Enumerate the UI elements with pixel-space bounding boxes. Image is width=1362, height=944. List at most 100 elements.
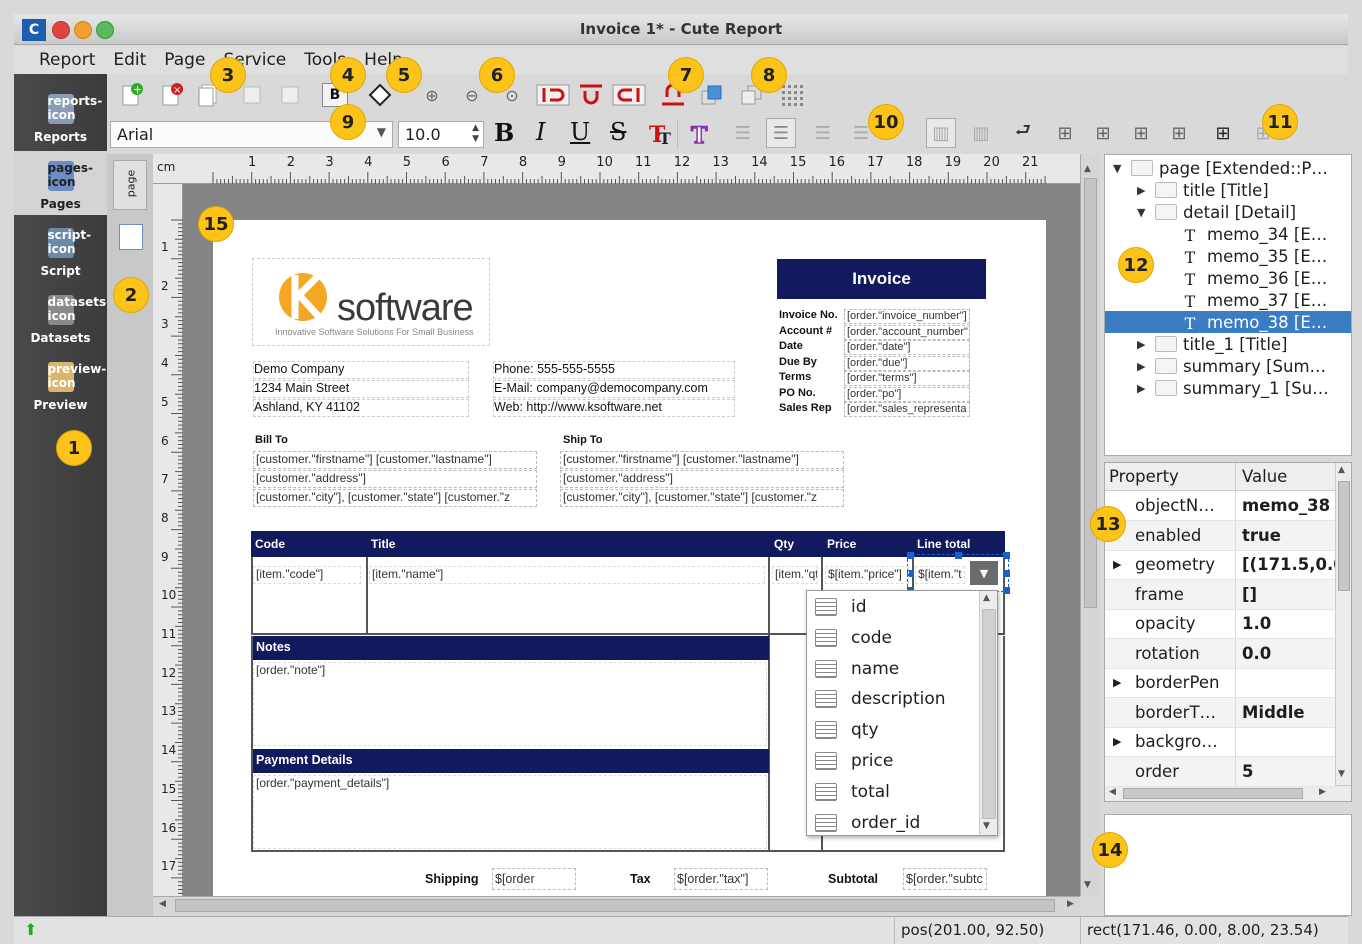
italic-button[interactable]: I	[536, 118, 545, 146]
expand-arrow-icon[interactable]: ▶	[1113, 735, 1121, 748]
menu-edit[interactable]: Edit	[104, 50, 155, 70]
strikethrough-button[interactable]: S	[610, 118, 626, 146]
props-scroll-thumb[interactable]	[1338, 481, 1350, 591]
maximize-window-button[interactable]	[96, 21, 114, 39]
mode-pages[interactable]: pages-icon Pages	[14, 151, 107, 215]
ship-to-line[interactable]: [customer."firstname"] [customer."lastna…	[560, 451, 844, 469]
invoice-field-label[interactable]: Account #	[779, 325, 832, 337]
dropdown-item-price[interactable]: price	[815, 746, 893, 776]
expand-arrow-icon[interactable]: ▼	[1105, 206, 1155, 219]
column-header-title[interactable]: Title	[371, 537, 395, 551]
detail-cell[interactable]: [item."qt	[772, 566, 818, 584]
detail-cell[interactable]: $[item."t	[915, 566, 965, 584]
footer-field[interactable]: $[order	[492, 868, 576, 890]
dropdown-item-name[interactable]: name	[815, 654, 899, 684]
property-row-borderT[interactable]: borderT… Middle	[1105, 697, 1335, 728]
scroll-left-icon[interactable]: ◀	[1109, 787, 1116, 797]
dropdown-item-order_id[interactable]: order_id	[815, 808, 920, 838]
scroll-left-icon[interactable]: ◀	[159, 899, 166, 909]
company-logo[interactable]: software Innovative Software Solutions F…	[252, 258, 490, 346]
tree-node[interactable]: ▶ summary_1 [Su…	[1105, 377, 1351, 399]
detail-cell[interactable]: $[item."price"]	[825, 566, 909, 584]
shape-icon[interactable]	[368, 83, 392, 107]
tree-node[interactable]: ▼ page [Extended::P…	[1105, 157, 1351, 179]
resize-handle[interactable]	[1003, 570, 1010, 577]
tree-node[interactable]: Tmemo_37 [E…	[1105, 289, 1351, 312]
property-value[interactable]	[1235, 667, 1335, 698]
scroll-up-icon[interactable]: ▲	[1084, 164, 1091, 174]
zoom-in-icon[interactable]: ⊕	[420, 83, 444, 107]
text-outline-icon[interactable]: T	[684, 119, 716, 149]
property-value[interactable]: 5	[1235, 756, 1335, 786]
invoice-field-label[interactable]: Sales Rep	[779, 402, 832, 414]
property-row-order[interactable]: order 5	[1105, 756, 1335, 787]
field-dropdown-button[interactable]: ▼	[970, 561, 998, 585]
invoice-field[interactable]: [order."sales_representa	[844, 402, 970, 417]
column-header-price[interactable]: Price	[827, 537, 856, 551]
bill-to-line[interactable]: [customer."address"]	[253, 470, 537, 488]
frame-bottom-icon[interactable]: ⊞	[1164, 118, 1194, 148]
props-vscrollbar[interactable]: ▲ ▼	[1335, 463, 1351, 785]
property-value[interactable]: []	[1235, 579, 1335, 609]
resize-handle[interactable]	[1003, 552, 1010, 559]
property-row-enabled[interactable]: enabled true	[1105, 520, 1335, 551]
align-center-icon[interactable]: ☰	[766, 118, 796, 148]
dropdown-scrollbar[interactable]: ▲ ▼	[979, 591, 997, 835]
move-right-icon[interactable]	[278, 83, 302, 107]
magnet-right-icon[interactable]	[612, 83, 646, 107]
delete-page-icon[interactable]: ×	[160, 83, 184, 107]
scroll-up-icon[interactable]: ▲	[983, 593, 990, 603]
property-value[interactable]: Middle	[1235, 697, 1335, 727]
zoom-out-icon[interactable]: ⊖	[460, 83, 484, 107]
bill-to-line[interactable]: [customer."firstname"] [customer."lastna…	[253, 451, 537, 469]
valign-bottom-icon[interactable]: ▥	[966, 118, 996, 148]
invoice-field[interactable]: [order."due"]	[844, 355, 970, 371]
page-thumbnail-icon[interactable]	[119, 224, 143, 250]
bill-to-label[interactable]: Bill To	[255, 434, 288, 446]
property-editor[interactable]: Property Value ▲ ▼ ◀ ▶ objectN… memo_38 en…	[1104, 462, 1352, 802]
canvas-hscroll-thumb[interactable]	[175, 899, 1055, 912]
invoice-field[interactable]: [order."account_number"	[844, 324, 970, 340]
property-row-borderPen[interactable]: ▶ borderPen	[1105, 667, 1335, 698]
footer-label-subtotal[interactable]: Subtotal	[828, 872, 878, 886]
property-row-backgro[interactable]: ▶ backgro…	[1105, 726, 1335, 757]
props-hscroll-thumb[interactable]	[1123, 788, 1303, 799]
property-value[interactable]: true	[1235, 520, 1335, 550]
footer-label-shipping[interactable]: Shipping	[425, 872, 478, 886]
company-line[interactable]: 1234 Main Street	[253, 380, 469, 398]
property-row-rotation[interactable]: rotation 0.0	[1105, 638, 1335, 669]
frame-all-icon[interactable]: ⊞	[1208, 118, 1238, 148]
ship-to-line[interactable]: [customer."city"], [customer."state"] [c…	[560, 489, 844, 507]
column-header-qty[interactable]: Qty	[774, 537, 794, 551]
mode-preview[interactable]: preview-icon Preview	[14, 352, 107, 416]
expand-arrow-icon[interactable]: ▶	[1105, 184, 1155, 197]
company-line[interactable]: Demo Company	[253, 361, 469, 379]
bold-button[interactable]: B	[494, 118, 514, 147]
mode-reports[interactable]: reports-icon Reports	[14, 84, 107, 148]
invoice-field-label[interactable]: Terms	[779, 371, 811, 383]
property-value[interactable]: [(171.5,0.0	[1235, 549, 1335, 580]
invoice-field[interactable]: [order."invoice_number"]	[844, 309, 970, 324]
ship-to-line[interactable]: [customer."address"]	[560, 470, 844, 488]
scroll-right-icon[interactable]: ▶	[1319, 787, 1326, 797]
invoice-title[interactable]: Invoice	[777, 259, 986, 299]
canvas-horizontal-scrollbar[interactable]: ◀ ▶	[153, 896, 1080, 914]
ship-to-label[interactable]: Ship To	[563, 434, 603, 446]
bring-front-icon[interactable]	[700, 83, 724, 107]
resize-handle[interactable]	[955, 552, 962, 559]
tree-node[interactable]: ▶ summary [Sum…	[1105, 355, 1351, 377]
property-value[interactable]: 1.0	[1235, 608, 1335, 639]
column-header-line-total[interactable]: Line total	[917, 537, 970, 551]
frame-top-icon[interactable]: ⊞	[1088, 118, 1118, 148]
footer-label-tax[interactable]: Tax	[630, 872, 651, 886]
frame-left-icon[interactable]: ⊞	[1050, 118, 1080, 148]
magnet-top-icon[interactable]	[576, 83, 606, 107]
invoice-field-label[interactable]: Invoice No.	[779, 309, 838, 321]
close-window-button[interactable]	[52, 21, 70, 39]
dropdown-item-total[interactable]: total	[815, 777, 890, 807]
invoice-field[interactable]: [order."terms"]	[844, 371, 970, 386]
scroll-up-icon[interactable]: ▲	[1338, 465, 1345, 475]
invoice-field-label[interactable]: Date	[779, 340, 803, 352]
detail-cell[interactable]: [item."name"]	[369, 566, 765, 584]
detail-cell[interactable]: [item."code"]	[253, 566, 361, 584]
